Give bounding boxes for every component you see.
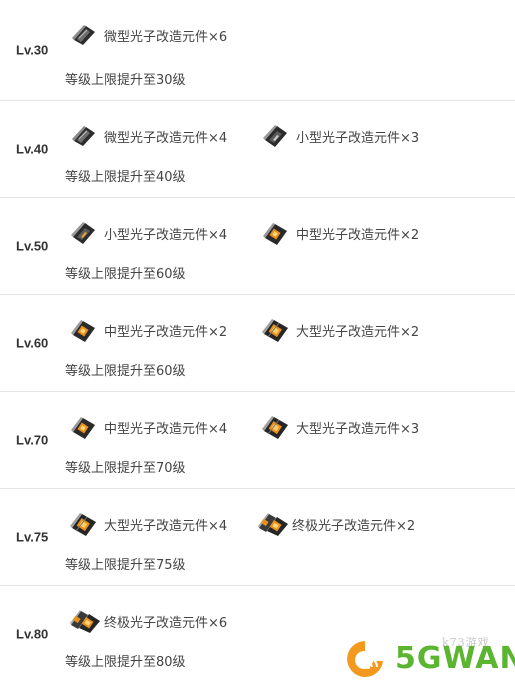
- large-photon-module-icon: [70, 513, 96, 536]
- level-label: Lv.75: [16, 529, 49, 545]
- effect-text: 等级上限提升至80级: [65, 655, 186, 670]
- level-label: Lv.30: [16, 42, 49, 58]
- material-label: 中型光子改造元件×2: [104, 325, 228, 340]
- material-label: 终极光子改造元件×2: [292, 519, 416, 534]
- material-label: 大型光子改造元件×2: [296, 325, 420, 340]
- material-label: 中型光子改造元件×4: [104, 422, 228, 437]
- level-label: Lv.60: [16, 335, 49, 351]
- material-label: 大型光子改造元件×3: [296, 422, 420, 437]
- effect-text: 等级上限提升至40级: [65, 170, 186, 185]
- ultimate-photon-module-icon: [258, 513, 288, 536]
- level-label: Lv.70: [16, 432, 49, 448]
- small-photon-module-icon: [263, 125, 287, 147]
- material-label: 微型光子改造元件×6: [104, 30, 228, 45]
- table-row: Lv.50 小型光子改造元件×4 中型光子改造元件×2 等级上限提升至60级: [0, 198, 515, 295]
- material-label: 微型光子改造元件×4: [104, 131, 228, 146]
- large-photon-module-icon: [262, 416, 288, 439]
- level-label: Lv.80: [16, 626, 49, 642]
- ultimate-photon-module-icon: [70, 610, 100, 633]
- micro-photon-module-icon: [72, 25, 95, 45]
- material-label: 终极光子改造元件×6: [104, 616, 228, 631]
- table-row: Lv.60 中型光子改造元件×2 大型光子改造元件×2 等级上限提升至60级: [0, 295, 515, 392]
- effect-text: 等级上限提升至60级: [65, 364, 186, 379]
- material-label: 大型光子改造元件×4: [104, 519, 228, 534]
- logo-text: 5GWAN: [395, 641, 515, 676]
- medium-photon-module-icon: [71, 320, 95, 342]
- effect-text: 等级上限提升至75级: [65, 558, 186, 573]
- effect-text: 等级上限提升至70级: [65, 461, 186, 476]
- medium-photon-module-icon: [263, 223, 287, 245]
- table-row: Lv.75 大型光子改造元件×4 终极光子改造元件×2 等级上限提升至75级: [0, 489, 515, 586]
- medium-photon-module-icon: [71, 417, 95, 439]
- level-label: Lv.50: [16, 238, 49, 254]
- material-label: 中型光子改造元件×2: [296, 228, 420, 243]
- small-photon-module-icon: [71, 222, 95, 244]
- table-row: Lv.40 微型光子改造元件×4 小型光子改造元件×3 等级上限提升至40级: [0, 101, 515, 198]
- ascension-table: Lv.30 微型光子改造元件×6 等级上限提升至30级 Lv.40 微型光子改造…: [0, 0, 515, 682]
- material-label: 小型光子改造元件×3: [296, 131, 420, 146]
- effect-text: 等级上限提升至60级: [65, 267, 186, 282]
- table-row: Lv.30 微型光子改造元件×6 等级上限提升至30级: [0, 0, 515, 101]
- effect-text: 等级上限提升至30级: [65, 73, 186, 88]
- level-label: Lv.40: [16, 141, 49, 157]
- large-photon-module-icon: [262, 319, 288, 342]
- table-row: Lv.70 中型光子改造元件×4 大型光子改造元件×3 等级上限提升至70级: [0, 392, 515, 489]
- micro-photon-module-icon: [72, 126, 95, 146]
- material-label: 小型光子改造元件×4: [104, 228, 228, 243]
